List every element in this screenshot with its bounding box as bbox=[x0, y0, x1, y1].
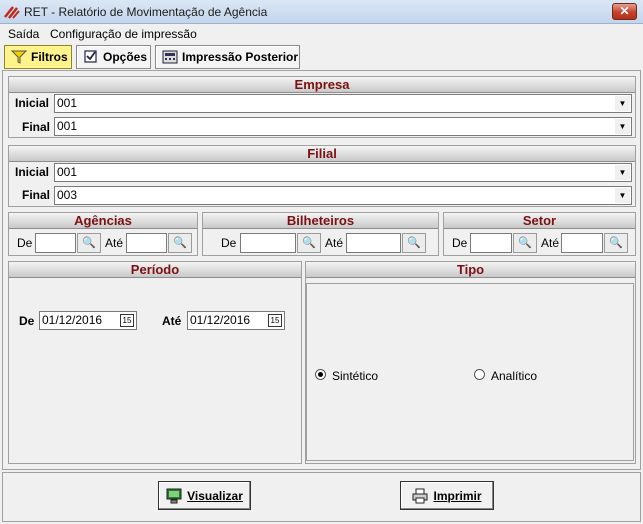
periodo-section: Período bbox=[8, 261, 302, 464]
bilheteiros-ate-input[interactable] bbox=[346, 233, 401, 253]
window-title: RET - Relatório de Movimentação de Agênc… bbox=[24, 5, 268, 19]
tab-opcoes-label: Opções bbox=[103, 50, 148, 64]
filial-inicial-value: 001 bbox=[57, 165, 78, 179]
empresa-final-select[interactable]: 001 ▼ bbox=[54, 117, 632, 136]
button-panel bbox=[2, 472, 641, 522]
setor-ate-label: Até bbox=[541, 236, 560, 250]
bilheteiros-de-input[interactable] bbox=[240, 233, 296, 253]
periodo-header: Período bbox=[9, 262, 301, 278]
agencias-de-input[interactable] bbox=[35, 233, 76, 253]
visualizar-label: Visualizar bbox=[187, 488, 243, 503]
menu-saida[interactable]: Saída bbox=[8, 27, 39, 41]
agencias-header: Agências bbox=[9, 213, 197, 229]
agencias-ate-label: Até bbox=[105, 236, 124, 250]
calendar-icon[interactable]: 15 bbox=[268, 314, 282, 327]
checkbox-icon bbox=[84, 50, 97, 63]
bilheteiros-de-label: De bbox=[221, 236, 237, 250]
radio-sintetico[interactable] bbox=[315, 369, 326, 380]
binoculars-icon[interactable]: 🔍 bbox=[402, 233, 426, 253]
tab-impressao-posterior[interactable]: Impressão Posterior bbox=[155, 45, 300, 69]
empresa-final-value: 001 bbox=[57, 119, 78, 133]
agencias-de-label: De bbox=[17, 236, 33, 250]
empresa-header: Empresa bbox=[9, 77, 635, 93]
imprimir-label: Imprimir bbox=[433, 488, 482, 503]
empresa-final-label: Final bbox=[22, 120, 51, 134]
chevron-down-icon[interactable]: ▼ bbox=[615, 96, 630, 111]
calculator-icon bbox=[162, 50, 178, 64]
tab-opcoes[interactable]: Opções bbox=[76, 45, 151, 69]
imprimir-button[interactable]: Imprimir bbox=[400, 481, 494, 510]
calendar-icon[interactable]: 15 bbox=[120, 314, 134, 327]
agencias-ate-input[interactable] bbox=[126, 233, 167, 253]
bilheteiros-ate-label: Até bbox=[325, 236, 344, 250]
binoculars-icon[interactable]: 🔍 bbox=[604, 233, 628, 253]
empresa-inicial-select[interactable]: 001 ▼ bbox=[54, 94, 632, 113]
radio-analitico[interactable] bbox=[474, 369, 485, 380]
periodo-ate-label: Até bbox=[162, 314, 182, 328]
tipo-header: Tipo bbox=[306, 262, 635, 278]
periodo-ate-date-input[interactable]: 01/12/2016 15 bbox=[187, 311, 285, 330]
visualizar-button[interactable]: Visualizar bbox=[158, 481, 251, 510]
binoculars-icon[interactable]: 🔍 bbox=[513, 233, 537, 253]
radio-sintetico-label[interactable]: Sintético bbox=[332, 369, 378, 383]
binoculars-icon[interactable]: 🔍 bbox=[297, 233, 321, 253]
periodo-de-date-input[interactable]: 01/12/2016 15 bbox=[39, 311, 137, 330]
binoculars-icon[interactable]: 🔍 bbox=[77, 233, 101, 253]
setor-de-input[interactable] bbox=[470, 233, 512, 253]
filial-header: Filial bbox=[9, 146, 635, 162]
radio-analitico-label[interactable]: Analítico bbox=[491, 369, 537, 383]
app-logo-icon bbox=[4, 6, 20, 19]
chevron-down-icon[interactable]: ▼ bbox=[615, 165, 630, 180]
filial-final-value: 003 bbox=[57, 188, 78, 202]
setor-header: Setor bbox=[444, 213, 635, 229]
empresa-inicial-value: 001 bbox=[57, 96, 78, 110]
printer-icon bbox=[412, 488, 428, 503]
menu-configuracao-impressao[interactable]: Configuração de impressão bbox=[50, 27, 197, 41]
chevron-down-icon[interactable]: ▼ bbox=[615, 119, 630, 134]
tab-filtros[interactable]: Filtros bbox=[4, 45, 72, 69]
tab-impressao-posterior-label: Impressão Posterior bbox=[182, 50, 299, 64]
binoculars-icon[interactable]: 🔍 bbox=[168, 233, 192, 253]
periodo-de-value: 01/12/2016 bbox=[42, 313, 103, 327]
tab-filtros-label: Filtros bbox=[31, 50, 68, 64]
funnel-icon bbox=[11, 50, 27, 64]
bilheteiros-header: Bilheteiros bbox=[203, 213, 438, 229]
filial-inicial-label: Inicial bbox=[15, 165, 50, 179]
filial-inicial-select[interactable]: 001 ▼ bbox=[54, 163, 632, 182]
setor-ate-input[interactable] bbox=[561, 233, 603, 253]
setor-de-label: De bbox=[452, 236, 468, 250]
periodo-ate-value: 01/12/2016 bbox=[190, 313, 251, 327]
chevron-down-icon[interactable]: ▼ bbox=[615, 188, 630, 203]
close-button[interactable]: ✕ bbox=[612, 3, 637, 20]
empresa-inicial-label: Inicial bbox=[15, 96, 50, 110]
monitor-icon bbox=[166, 488, 182, 503]
filial-final-label: Final bbox=[22, 188, 51, 202]
periodo-de-label: De bbox=[19, 314, 35, 328]
filial-final-select[interactable]: 003 ▼ bbox=[54, 186, 632, 205]
